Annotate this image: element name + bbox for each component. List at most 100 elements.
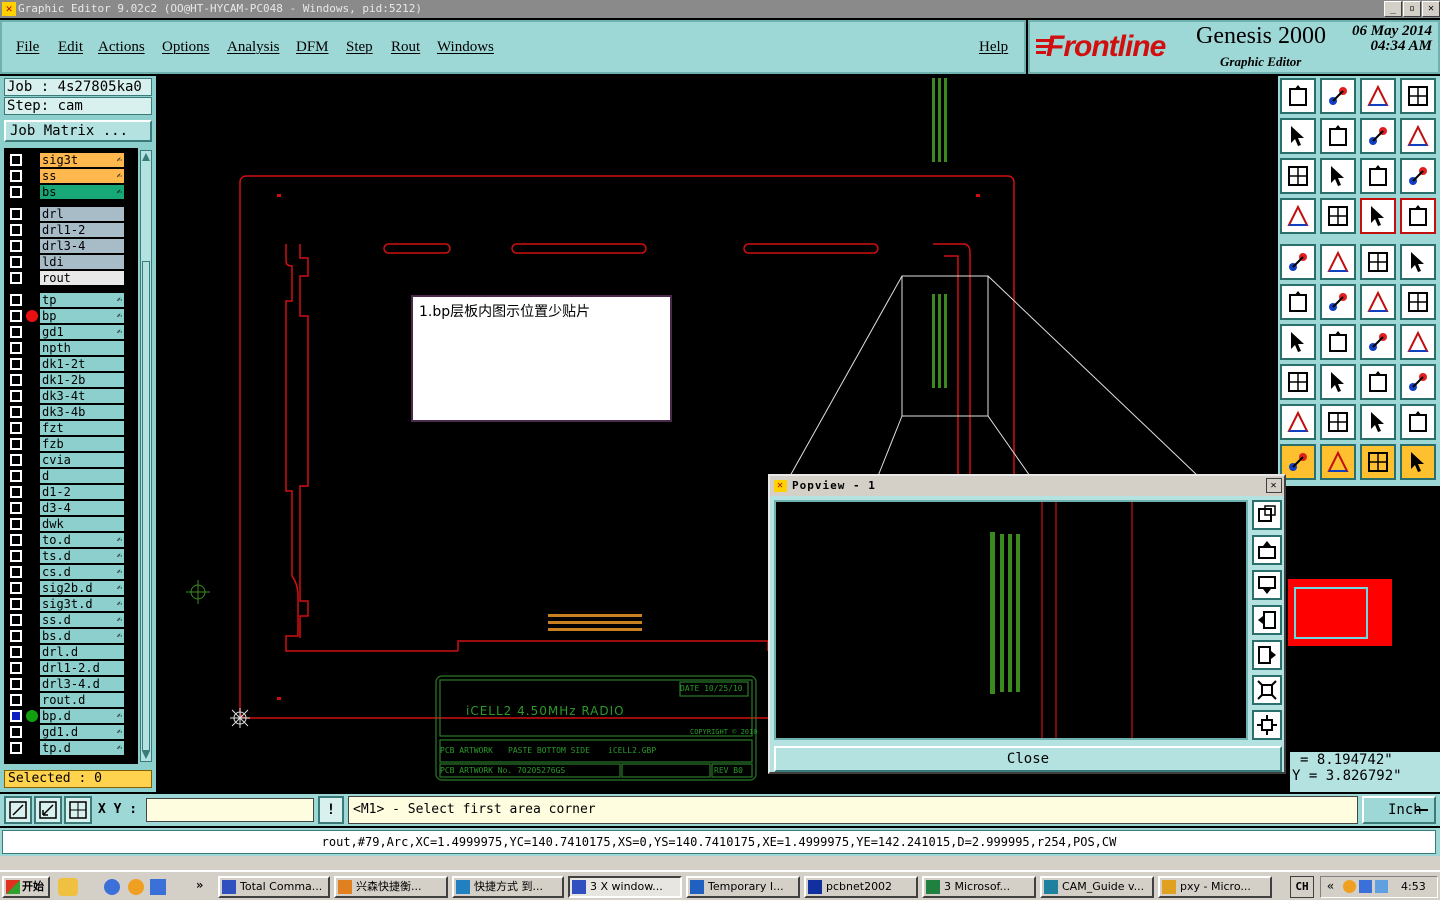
popview-pan-down-icon[interactable] [1252,570,1282,600]
window-title-bar[interactable]: ✕ Graphic Editor 9.02c2 (OO@HT-HYCAM-PC0… [0,0,1440,18]
layer-row-rout[interactable]: rout [4,270,138,286]
tool-import-icon[interactable] [1280,118,1316,154]
popview-close-icon[interactable]: ✕ [1266,478,1282,493]
taskbar-button[interactable]: pcbnet2002 [804,876,918,898]
layer-name[interactable]: ts.d ✍ [40,549,124,563]
layer-row-d1-2[interactable]: d1-2 [4,484,138,500]
layer-checkbox[interactable] [10,662,22,674]
layer-row-cvia[interactable]: cvia [4,452,138,468]
layer-name[interactable]: fzt [40,421,124,435]
xy-input[interactable] [146,798,314,822]
layer-row-rout.d[interactable]: rout.d [4,692,138,708]
layer-checkbox[interactable] [10,170,22,182]
ie-icon[interactable] [104,879,120,895]
layer-affected-icon[interactable]: ✍ [117,741,122,755]
layer-affected-icon[interactable]: ✍ [117,325,122,339]
tool-settings-icon[interactable] [1280,198,1316,234]
layer-checkbox[interactable] [10,256,22,268]
layer-row-bp[interactable]: bp ✍ [4,308,138,324]
tool-export-icon[interactable] [1320,118,1356,154]
layer-affected-icon[interactable]: ✍ [117,309,122,323]
layer-row-sig3t.d[interactable]: sig3t.d ✍ [4,596,138,612]
layer-name[interactable]: ss.d ✍ [40,613,124,627]
tool-line-point-icon[interactable] [1360,284,1396,320]
layer-row-to.d[interactable]: to.d ✍ [4,532,138,548]
layer-checkbox[interactable] [10,726,22,738]
layer-affected-icon[interactable]: ✍ [117,709,122,723]
popview-close-button[interactable]: Close [774,746,1282,772]
popview-pan-up-icon[interactable] [1252,535,1282,565]
layer-checkbox[interactable] [10,582,22,594]
tool-select-icon[interactable] [1320,444,1356,480]
job-matrix-button[interactable]: Job Matrix ... [4,120,152,142]
layer-row-bp.d[interactable]: bp.d ✍ [4,708,138,724]
maximize-button[interactable]: ▫ [1403,1,1421,17]
layer-checkbox[interactable] [10,390,22,402]
tray-network-icon[interactable] [1359,880,1372,893]
annotation-note[interactable]: 1.bp层板内图示位置少贴片 [411,295,672,422]
menu-windows[interactable]: Windows [437,39,494,56]
taskbar-button[interactable]: 3 X window... [568,876,682,898]
layer-name[interactable]: drl [40,207,124,221]
layer-checkbox[interactable] [10,422,22,434]
layer-name[interactable]: rout.d [40,693,124,707]
layer-row-drl1-2[interactable]: drl1-2 [4,222,138,238]
tray-clock[interactable]: 4:53 [1401,880,1426,893]
layer-row-dwk[interactable]: dwk [4,516,138,532]
layer-checkbox[interactable] [10,186,22,198]
taskbar-button[interactable]: Temporary I... [686,876,800,898]
layer-name[interactable]: dk1-2b [40,373,124,387]
layer-row-dk3-4b[interactable]: dk3-4b [4,404,138,420]
tool-swap-icon[interactable] [1400,118,1436,154]
scroll-down-icon[interactable] [142,751,150,761]
layer-name[interactable]: tp ✍ [40,293,124,307]
close-window-button[interactable]: ✕ [1422,1,1440,17]
taskbar-button[interactable]: 兴森快捷衡... [334,876,448,898]
cmd-zoom-window-icon[interactable] [4,796,32,824]
menu-step[interactable]: Step [346,39,373,56]
tool-text-a-alt-icon[interactable] [1400,404,1436,440]
minimize-button[interactable]: _ [1384,1,1402,17]
layer-row-dk1-2t[interactable]: dk1-2t [4,356,138,372]
layer-row-d3-4[interactable]: d3-4 [4,500,138,516]
layer-affected-icon[interactable]: ✍ [117,185,122,199]
layer-name[interactable]: d [40,469,124,483]
cmd-grid-icon[interactable] [64,796,92,824]
layer-name[interactable]: sig3t ✍ [40,153,124,167]
layer-checkbox[interactable] [10,470,22,482]
layer-checkbox[interactable] [10,358,22,370]
layer-name[interactable]: drl.d [40,645,124,659]
layer-row-tp.d[interactable]: tp.d ✍ [4,740,138,756]
taskbar-button[interactable]: 3 Microsof... [922,876,1036,898]
tool-fit-icon[interactable] [1280,158,1316,194]
popview-zoom-in-icon[interactable] [1252,710,1282,740]
layer-name[interactable]: drl1-2 [40,223,124,237]
layer-checkbox[interactable] [10,630,22,642]
layer-checkbox[interactable] [10,310,22,322]
tool-split-view-icon[interactable] [1400,78,1436,114]
layer-name[interactable]: to.d ✍ [40,533,124,547]
start-button[interactable]: 开始 [2,876,50,898]
tool-arc-icon[interactable] [1360,324,1396,360]
layer-checkbox[interactable] [10,486,22,498]
layer-checkbox[interactable] [10,208,22,220]
tool-center-icon[interactable] [1320,158,1356,194]
layer-affected-icon[interactable]: ✍ [117,613,122,627]
layer-name[interactable]: gd1.d ✍ [40,725,124,739]
layer-affected-icon[interactable]: ✍ [117,533,122,547]
tool-add-pad-icon[interactable] [1280,244,1316,280]
layer-row-sig2b.d[interactable]: sig2b.d ✍ [4,580,138,596]
scroll-thumb[interactable] [142,261,150,751]
tray-volume-icon[interactable] [1375,880,1388,893]
layer-affected-icon[interactable]: ✍ [117,581,122,595]
tool-slope-icon[interactable] [1320,324,1356,360]
layer-name[interactable]: bs ✍ [40,185,124,199]
menu-rout[interactable]: Rout [391,39,420,56]
tool-snap-red-icon[interactable] [1360,198,1396,234]
tool-mirror-icon[interactable] [1400,324,1436,360]
tool-angle-icon[interactable] [1280,324,1316,360]
layer-checkbox[interactable] [10,406,22,418]
layer-row-drl1-2.d[interactable]: drl1-2.d [4,660,138,676]
layer-checkbox[interactable] [10,502,22,514]
tool-select-box-icon[interactable] [1360,444,1396,480]
